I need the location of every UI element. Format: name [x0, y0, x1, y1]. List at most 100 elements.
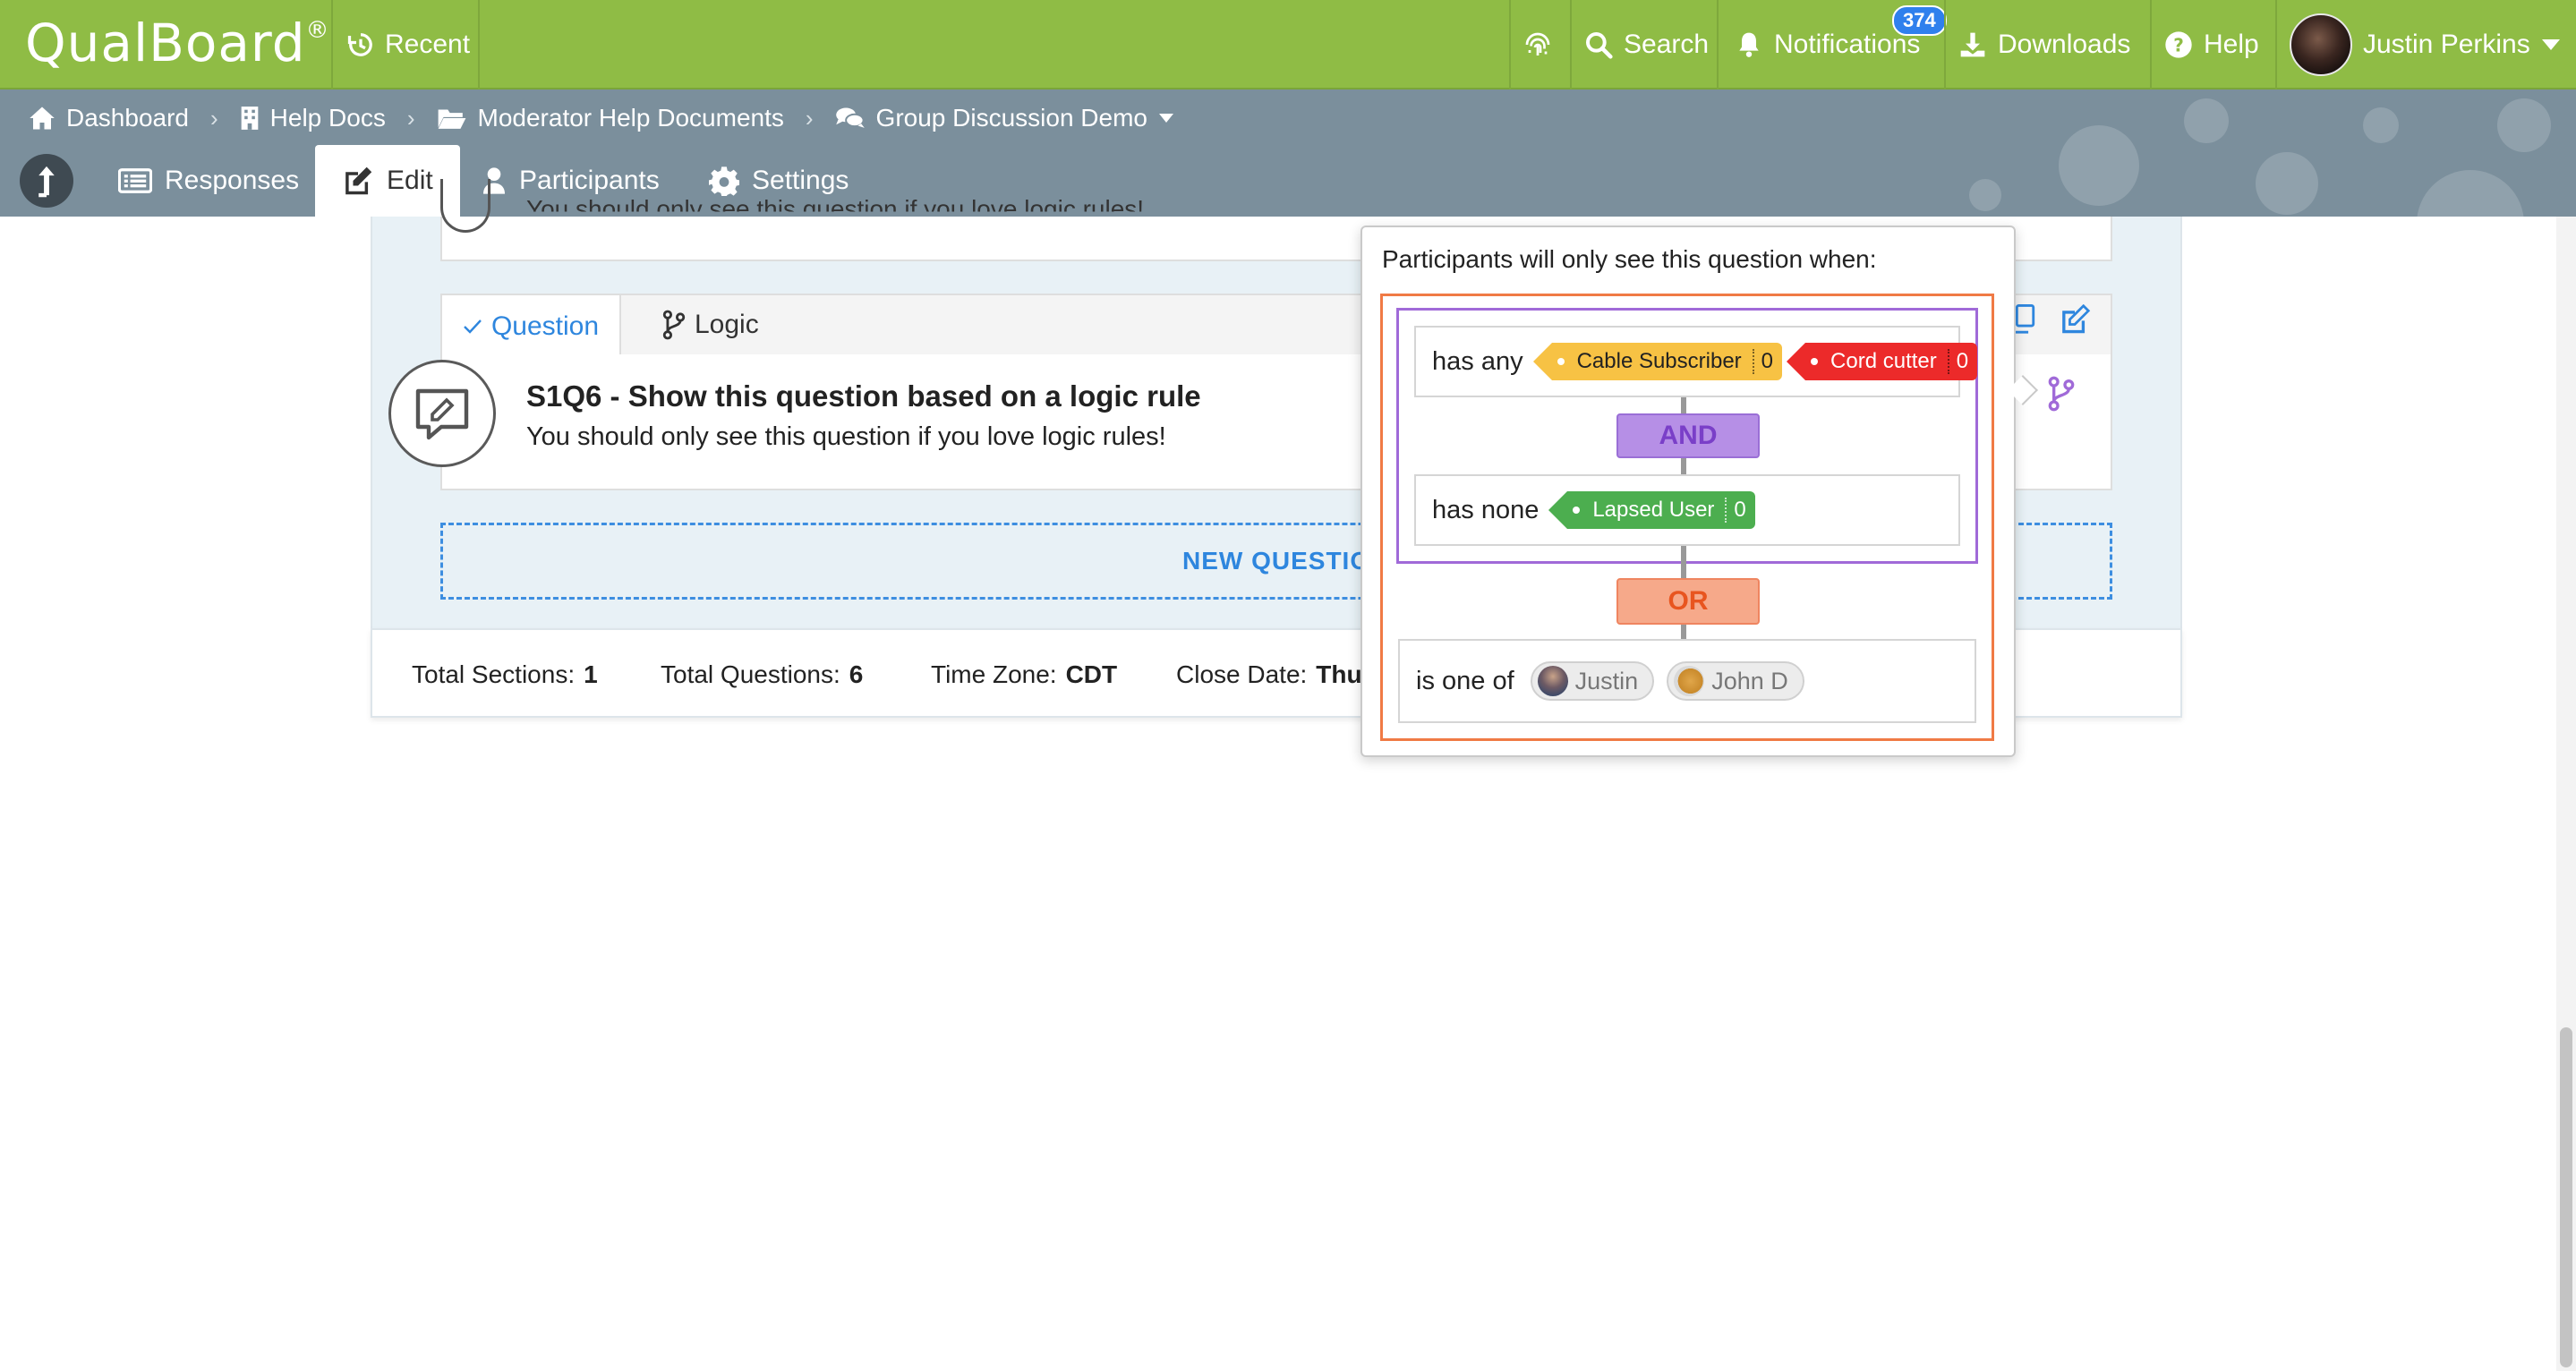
and-operator[interactable]: AND [1616, 413, 1760, 458]
participant-avatar [1537, 666, 1568, 696]
check-icon [464, 319, 482, 334]
chevron-right-icon: › [805, 104, 814, 132]
decoration [2363, 107, 2399, 143]
tab-label: Logic [695, 310, 759, 339]
breadcrumb-dashboard[interactable]: Dashboard [29, 104, 189, 132]
divider [2275, 0, 2277, 89]
rule-condition: has none [1432, 495, 1540, 524]
decoration [2497, 98, 2551, 152]
divider [331, 0, 333, 89]
tag-label: Lapsed User [1592, 498, 1715, 522]
edit-question-icon[interactable] [2059, 304, 2091, 335]
rule-has-none[interactable]: has none Lapsed User 0 [1414, 474, 1960, 546]
or-operator[interactable]: OR [1616, 578, 1760, 625]
tag-lapsed-user[interactable]: Lapsed User 0 [1548, 491, 1755, 529]
breadcrumb-help-docs[interactable]: Help Docs [240, 104, 386, 132]
participant-name: Justin [1574, 667, 1639, 694]
building-icon [241, 106, 258, 130]
tab-label: Participants [519, 166, 660, 195]
new-question-label: NEW QUESTION [1182, 547, 1390, 575]
tag-label: Cord cutter [1830, 349, 1937, 373]
scrollbar-thumb[interactable] [2560, 1027, 2572, 1367]
tag-cable-subscriber[interactable]: Cable Subscriber 0 [1532, 343, 1783, 380]
decoration [2059, 125, 2139, 206]
downloads-button[interactable]: Downloads [1958, 0, 2130, 89]
rule-is-one-of[interactable]: is one of Justin John D [1398, 639, 1976, 723]
previous-question-icon [440, 179, 490, 233]
total-questions: Total Questions: 6 [661, 660, 864, 688]
logic-branch-icon[interactable] [2048, 376, 2075, 416]
chevron-right-icon: › [406, 104, 415, 132]
tab-logic[interactable]: Logic [662, 295, 759, 354]
rule-condition: has any [1432, 346, 1523, 376]
back-button[interactable] [20, 154, 73, 208]
tab-question[interactable]: Question [442, 295, 621, 358]
tab-responses[interactable]: Responses [118, 145, 299, 217]
question-subtitle: You should only see this question if you… [526, 422, 1166, 451]
breadcrumb-label: Help Docs [269, 104, 386, 132]
bell-icon [1739, 32, 1759, 57]
notifications-count-badge: 374 [1892, 5, 1947, 36]
edit-icon [345, 166, 372, 195]
recent-button[interactable]: Recent [347, 0, 470, 89]
comments-icon [835, 107, 865, 128]
help-button[interactable]: ? Help [2164, 0, 2259, 89]
notifications-label: Notifications [1774, 30, 1921, 59]
tab-edit[interactable]: Edit [315, 145, 460, 217]
participant-chip-john-d[interactable]: John D [1667, 661, 1804, 701]
decoration [2256, 152, 2318, 215]
fingerprint-button[interactable] [1522, 0, 1554, 89]
question-actions [2009, 304, 2091, 335]
recent-label: Recent [385, 30, 471, 59]
tab-label: Settings [752, 166, 849, 195]
rule-has-any[interactable]: has any Cable Subscriber 0 Cord cutter 0 [1414, 326, 1978, 397]
divider [1944, 0, 1946, 89]
decoration [2184, 98, 2229, 143]
breadcrumb-moderator-help-documents[interactable]: Moderator Help Documents [437, 104, 784, 132]
breadcrumb-label: Group Discussion Demo [875, 104, 1147, 132]
svg-text:?: ? [2173, 34, 2184, 55]
tag-count: 0 [1725, 498, 1746, 523]
time-zone: Time Zone: CDT [931, 660, 1118, 688]
participant-avatar [1674, 666, 1705, 696]
tab-label: Question [490, 311, 600, 341]
code-branch-icon [662, 310, 686, 340]
participant-chip-justin[interactable]: Justin [1530, 661, 1655, 701]
home-icon [30, 106, 55, 130]
tag-hole [1573, 507, 1581, 514]
question-type-icon [388, 360, 496, 467]
chevron-right-icon: › [209, 104, 218, 132]
user-name: Justin Perkins [2363, 30, 2530, 59]
user-menu[interactable]: Justin Perkins [2290, 0, 2561, 89]
participant-name: John D [1711, 667, 1788, 694]
list-alt-icon [118, 168, 152, 193]
fingerprint-icon [1525, 32, 1550, 55]
breadcrumb-group-discussion-demo[interactable]: Group Discussion Demo [835, 104, 1174, 132]
history-icon [347, 33, 372, 56]
breadcrumb: Dashboard › Help Docs › Moderator Help D… [29, 100, 1174, 136]
close-date: Close Date: Thu [1176, 660, 1362, 688]
divider [1509, 0, 1511, 89]
rule-condition: is one of [1416, 666, 1514, 695]
tag-label: Cable Subscriber [1576, 349, 1742, 373]
divider [2150, 0, 2152, 89]
divider [1717, 0, 1719, 89]
search-icon [1586, 32, 1613, 59]
breadcrumb-label: Moderator Help Documents [477, 104, 784, 132]
decoration [1969, 179, 2001, 211]
popover-title: Participants will only see this question… [1382, 245, 1877, 273]
downloads-label: Downloads [1998, 30, 2131, 59]
qualboard-logo[interactable]: QualBoard® [25, 13, 330, 73]
tag-hole [1811, 358, 1819, 365]
help-label: Help [2204, 30, 2259, 59]
tag-cord-cutter[interactable]: Cord cutter 0 [1787, 343, 1978, 380]
breadcrumb-label: Dashboard [66, 104, 189, 132]
question-circle-icon: ? [2165, 31, 2192, 58]
user-avatar [2290, 13, 2352, 76]
search-button[interactable]: Search [1584, 0, 1709, 89]
question-title: S1Q6 - Show this question based on a log… [526, 379, 1201, 413]
divider [478, 0, 480, 89]
comment-edit-icon [415, 388, 469, 440]
level-up-icon [38, 166, 55, 198]
folder-open-icon [438, 109, 465, 129]
